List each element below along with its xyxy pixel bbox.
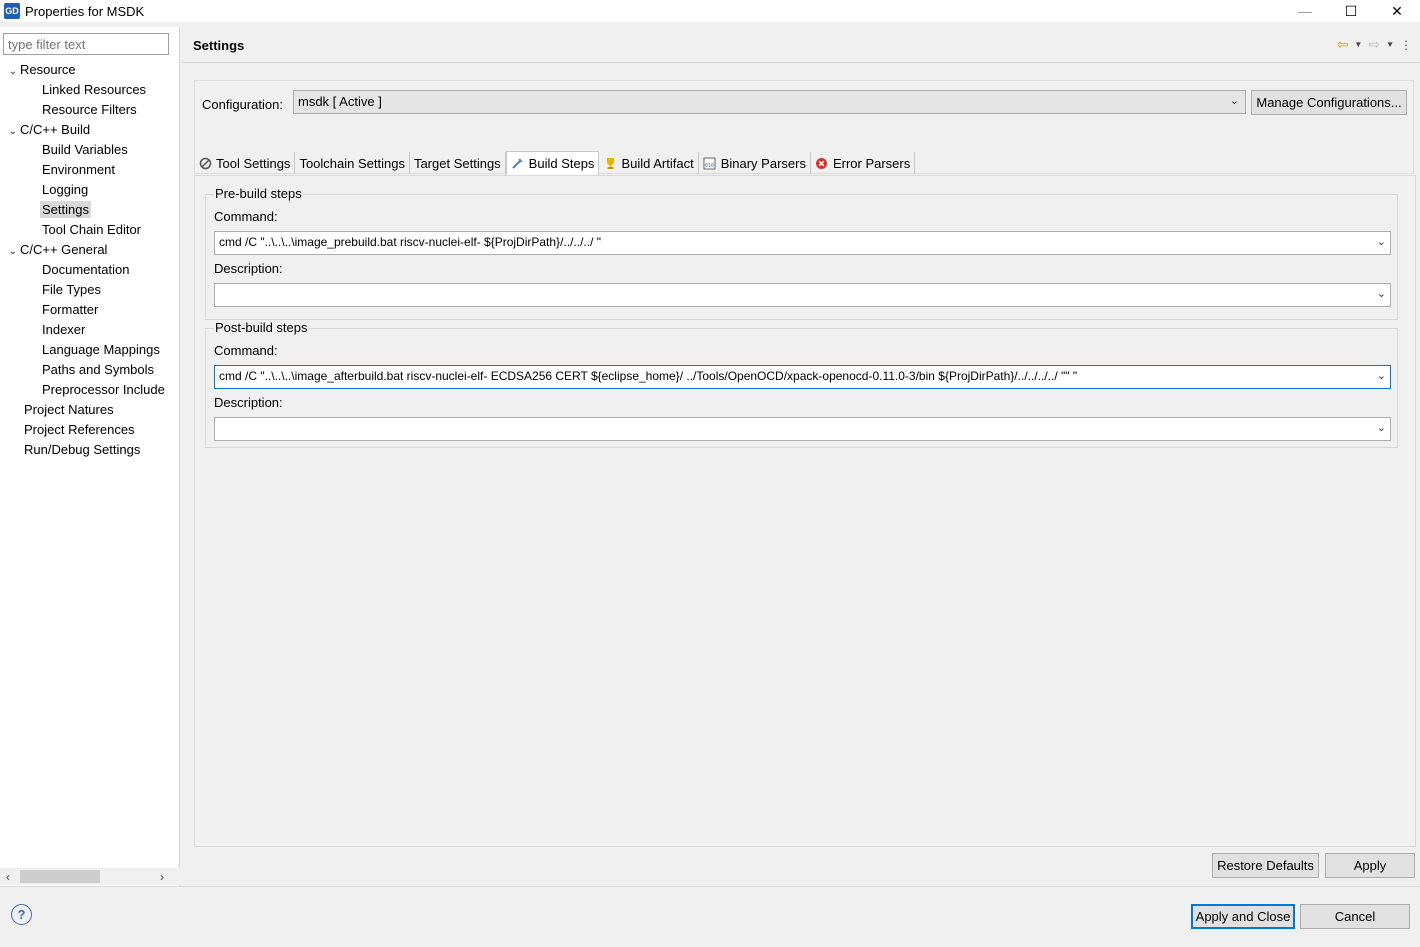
post-build-command-input[interactable]: cmd /C "..\..\..\image_afterbuild.bat ri…	[214, 365, 1391, 389]
tree-item-linked-resources[interactable]: Linked Resources	[0, 80, 180, 100]
manage-configurations-button[interactable]: Manage Configurations...	[1251, 90, 1407, 115]
pre-build-description-label: Description:	[214, 261, 283, 276]
page-title: Settings	[193, 38, 245, 53]
chevron-down-icon: ⌄	[1229, 95, 1239, 107]
pre-build-description-input[interactable]: ⌄	[214, 283, 1391, 307]
tree-item-preprocessor-include[interactable]: Preprocessor Include	[0, 380, 180, 400]
tree-item-tool-chain-editor[interactable]: Tool Chain Editor	[0, 220, 180, 240]
navigation-pane: ⌄Resource Linked Resources Resource Filt…	[0, 27, 180, 886]
chevron-down-icon[interactable]: ⌄	[6, 242, 20, 262]
tab-build-artifact[interactable]: Build Artifact	[599, 152, 699, 174]
tool-settings-icon	[198, 156, 212, 170]
minimize-button[interactable]: —	[1282, 0, 1328, 22]
build-steps-panel: Pre-build steps Command: cmd /C "..\..\.…	[194, 175, 1416, 847]
post-build-description-input[interactable]: ⌄	[214, 417, 1391, 441]
tree-item-documentation[interactable]: Documentation	[0, 260, 180, 280]
back-dropdown-icon[interactable]: ▼	[1354, 40, 1362, 49]
tree-item-file-types[interactable]: File Types	[0, 280, 180, 300]
tree-item-cpp-build[interactable]: ⌄ C/C++ Build	[0, 120, 180, 140]
tab-toolchain-settings[interactable]: Toolchain Settings	[295, 152, 410, 174]
post-build-title: Post-build steps	[214, 320, 309, 335]
tree-item-indexer[interactable]: Indexer	[0, 320, 180, 340]
tree-item-settings[interactable]: Settings	[0, 200, 180, 220]
tab-error-parsers[interactable]: Error Parsers	[811, 152, 916, 174]
restore-defaults-button[interactable]: Restore Defaults	[1212, 853, 1319, 878]
configuration-select[interactable]: msdk [ Active ] ⌄	[293, 90, 1246, 114]
property-tree: ⌄ Resource Linked Resources Resource Filt…	[0, 60, 180, 460]
pre-build-title: Pre-build steps	[214, 186, 303, 201]
dialog-button-bar: ? Apply and Close Cancel	[0, 886, 1420, 947]
title-bar: GD Properties for MSDK — ☐ ✕	[0, 0, 1420, 22]
tree-item-paths-and-symbols[interactable]: Paths and Symbols	[0, 360, 180, 380]
tab-target-settings[interactable]: Target Settings	[410, 152, 506, 174]
page-navigation: ⇦ ▼ ⇨ ▼ ⋮	[1337, 36, 1412, 53]
tab-binary-parsers[interactable]: 010 Binary Parsers	[699, 152, 811, 174]
tree-item-run-debug-settings[interactable]: Run/Debug Settings	[0, 440, 180, 460]
apply-button[interactable]: Apply	[1325, 853, 1415, 878]
maximize-button[interactable]: ☐	[1328, 0, 1374, 22]
scroll-left-icon[interactable]: ‹	[0, 870, 16, 884]
chevron-down-icon[interactable]: ⌄	[1374, 369, 1386, 382]
configuration-label: Configuration:	[202, 97, 283, 112]
pre-build-command-input[interactable]: cmd /C "..\..\..\image_prebuild.bat risc…	[214, 231, 1391, 255]
window-controls: — ☐ ✕	[1282, 0, 1420, 22]
tree-item-language-mappings[interactable]: Language Mappings	[0, 340, 180, 360]
svg-text:010: 010	[705, 163, 714, 169]
binary-icon: 010	[703, 156, 717, 170]
view-menu-icon[interactable]: ⋮	[1400, 38, 1412, 52]
build-steps-icon	[511, 157, 525, 171]
pre-build-command-label: Command:	[214, 209, 278, 224]
tree-item-build-variables[interactable]: Build Variables	[0, 140, 180, 160]
tree-item-environment[interactable]: Environment	[0, 160, 180, 180]
help-icon[interactable]: ?	[11, 904, 32, 925]
chevron-down-icon[interactable]: ⌄	[1374, 287, 1386, 300]
close-button[interactable]: ✕	[1374, 0, 1420, 22]
scroll-right-icon[interactable]: ›	[154, 870, 170, 884]
post-build-description-label: Description:	[214, 395, 283, 410]
tree-item-formatter[interactable]: Formatter	[0, 300, 180, 320]
tree-item-project-natures[interactable]: Project Natures	[0, 400, 180, 420]
settings-page: Settings ⇦ ▼ ⇨ ▼ ⋮ Configuration: msdk […	[181, 27, 1420, 886]
tree-item-project-references[interactable]: Project References	[0, 420, 180, 440]
tree-item-resource-filters[interactable]: Resource Filters	[0, 100, 180, 120]
app-logo-icon: GD	[4, 3, 20, 19]
tab-tool-settings[interactable]: Tool Settings	[194, 152, 296, 174]
window-title: Properties for MSDK	[25, 3, 145, 19]
scrollbar-thumb[interactable]	[20, 870, 100, 883]
settings-tabs: Tool Settings Toolchain Settings Target …	[194, 151, 916, 175]
forward-dropdown-icon[interactable]: ▼	[1386, 40, 1394, 49]
back-arrow-icon[interactable]: ⇦	[1337, 36, 1349, 53]
filter-input[interactable]	[3, 33, 169, 55]
cancel-button[interactable]: Cancel	[1300, 904, 1410, 929]
chevron-down-icon[interactable]: ⌄	[1374, 235, 1386, 248]
tree-item-resource[interactable]: ⌄ Resource	[0, 60, 180, 80]
configuration-value: msdk [ Active ]	[298, 94, 382, 109]
chevron-down-icon[interactable]: ⌄	[6, 122, 20, 142]
apply-and-close-button[interactable]: Apply and Close	[1191, 904, 1295, 929]
horizontal-scrollbar[interactable]: ‹ ›	[0, 868, 180, 885]
chevron-down-icon[interactable]: ⌄	[6, 62, 20, 82]
pre-build-group: Pre-build steps Command: cmd /C "..\..\.…	[205, 186, 1398, 320]
chevron-down-icon[interactable]: ⌄	[1374, 421, 1386, 434]
post-build-command-label: Command:	[214, 343, 278, 358]
header-divider	[181, 62, 1420, 63]
post-build-group: Post-build steps Command: cmd /C "..\..\…	[205, 320, 1398, 448]
forward-arrow-icon[interactable]: ⇨	[1368, 36, 1380, 53]
tree-item-cpp-general[interactable]: ⌄ C/C++ General	[0, 240, 180, 260]
tree-item-logging[interactable]: Logging	[0, 180, 180, 200]
tab-build-steps[interactable]: Build Steps	[505, 151, 600, 175]
trophy-icon	[603, 156, 617, 170]
error-icon	[815, 156, 829, 170]
